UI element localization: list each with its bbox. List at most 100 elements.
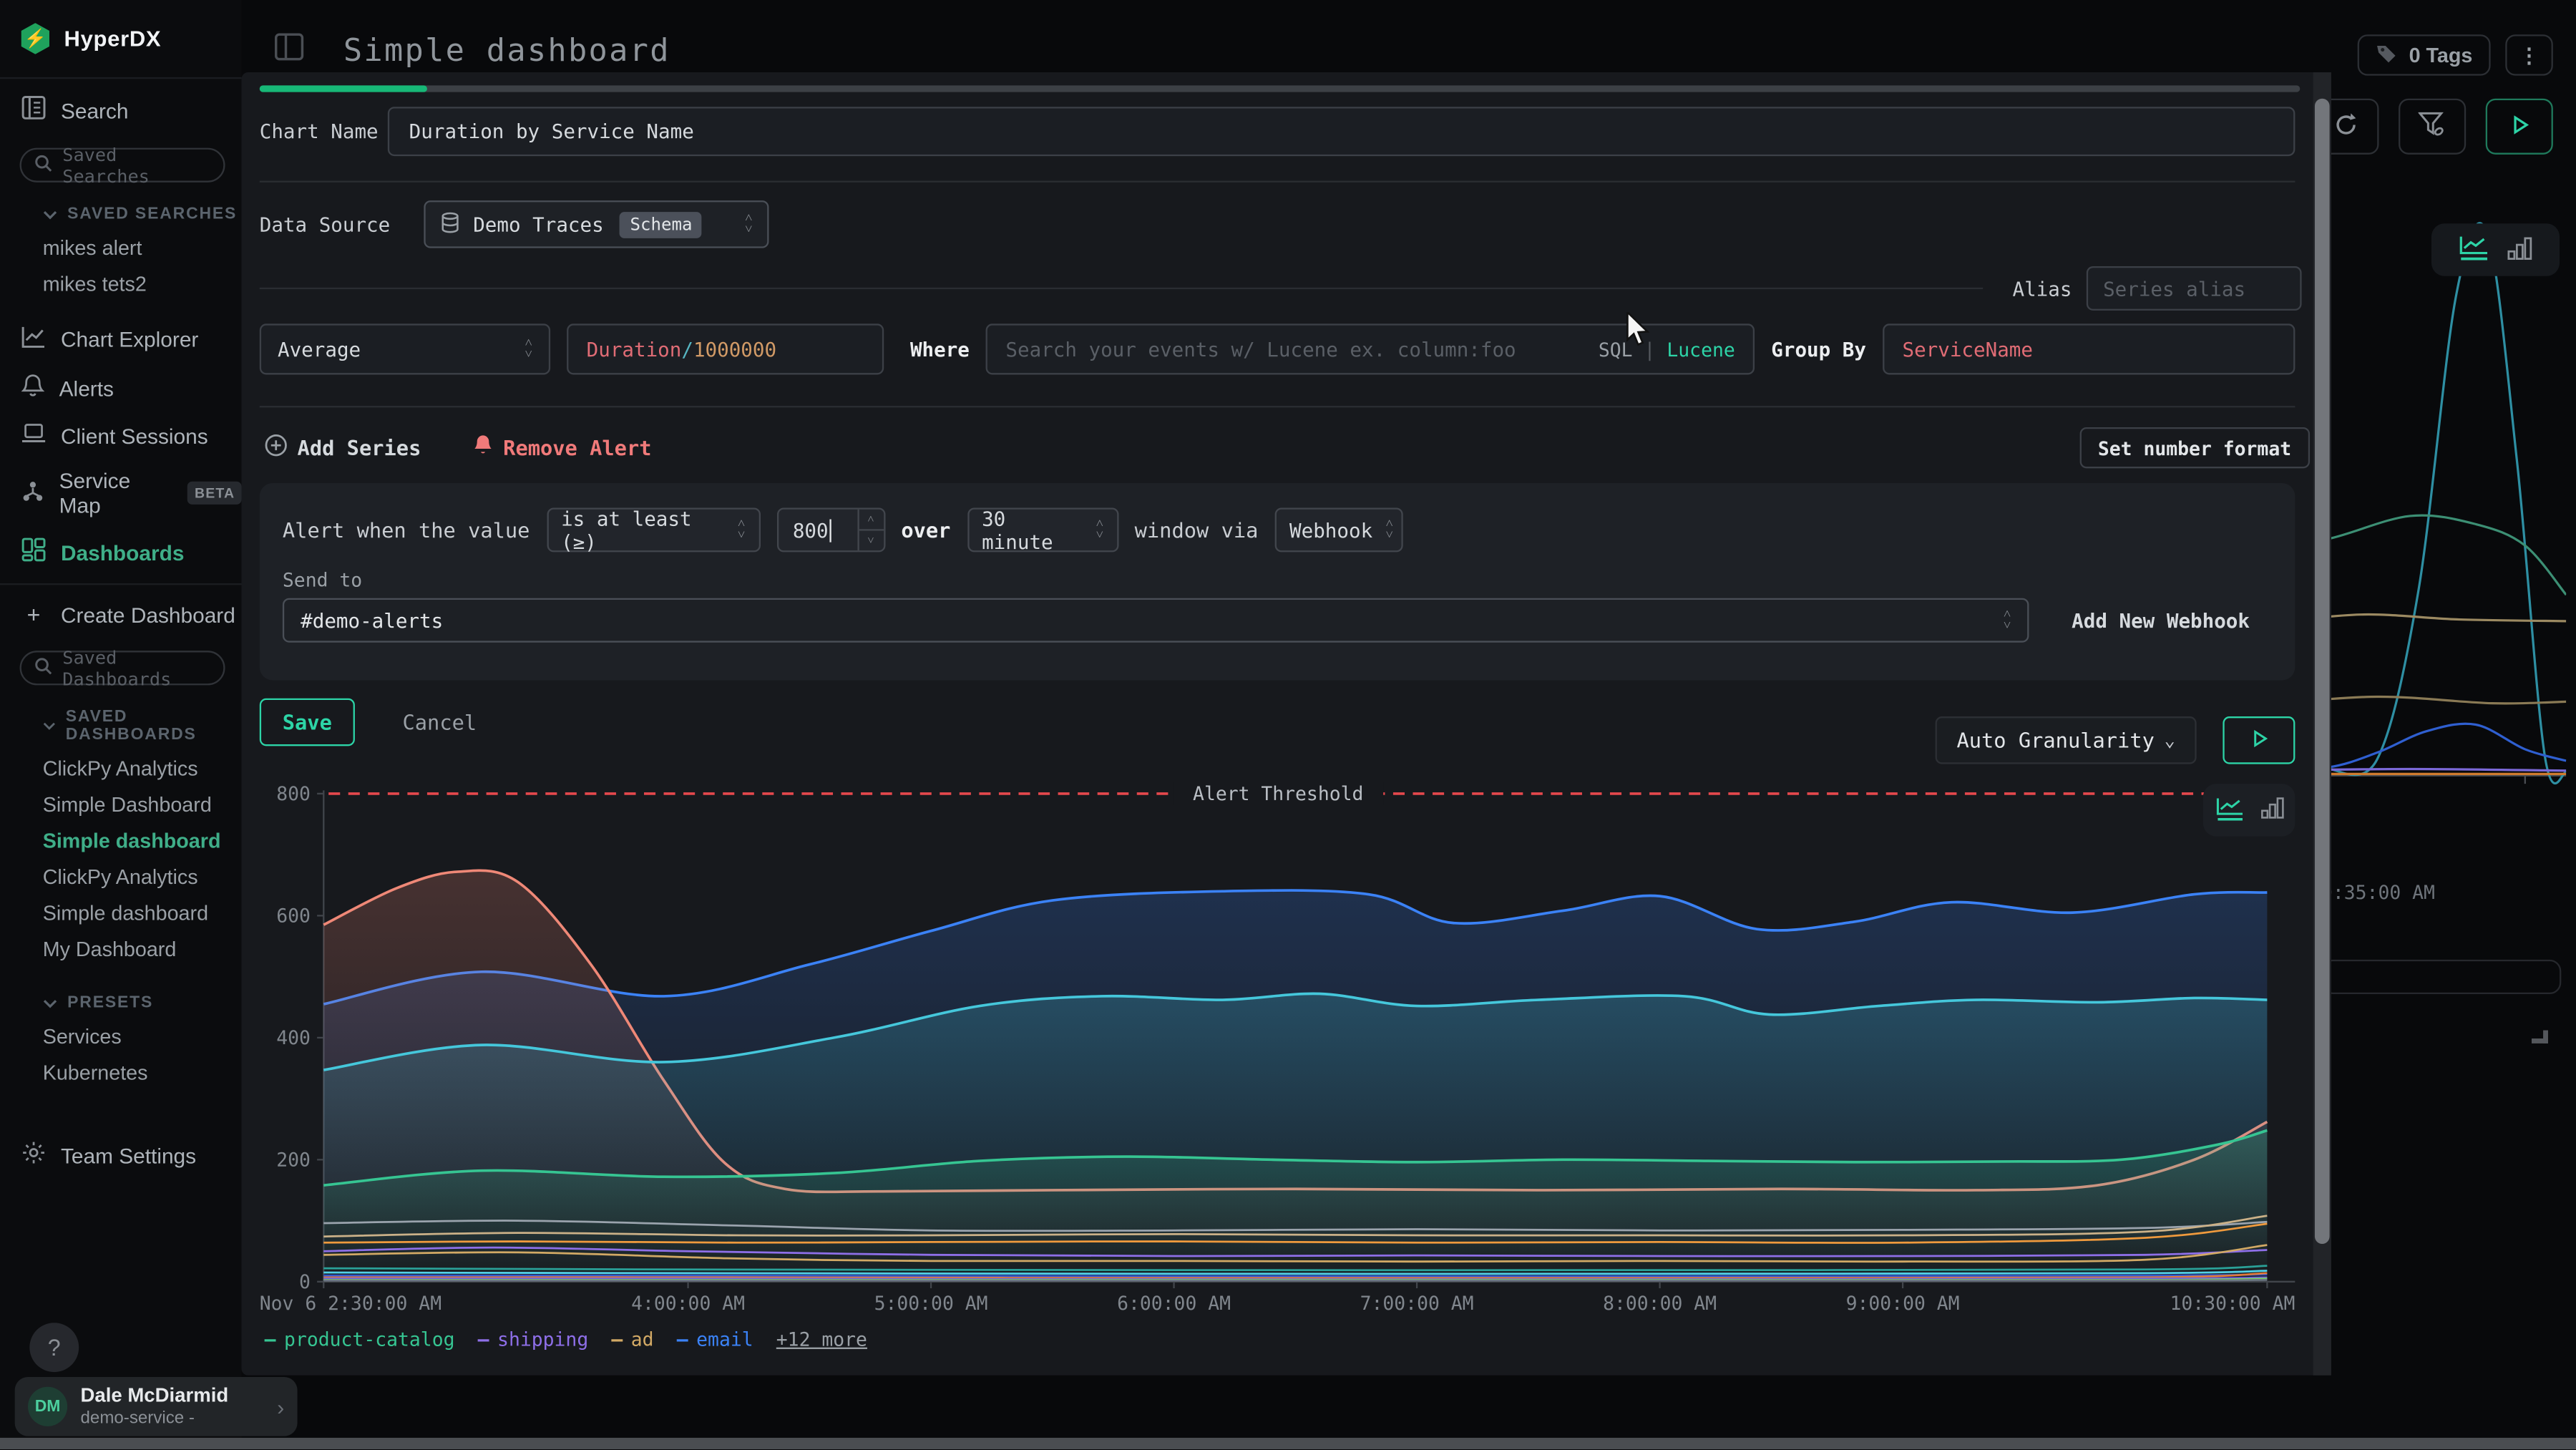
dashboard-item[interactable]: ClickPy Analytics: [0, 751, 242, 787]
saved-dashboards-header[interactable]: SAVED DASHBOARDS: [0, 695, 242, 751]
hyperdx-logo-icon: ⚡: [20, 23, 52, 54]
saved-search-item[interactable]: mikes tets2: [0, 266, 242, 303]
remove-alert-button[interactable]: Remove Alert: [474, 434, 652, 462]
legend-item[interactable]: —email: [677, 1328, 753, 1351]
tile-resize-handle[interactable]: [2532, 1031, 2548, 1043]
select-chevrons-icon: ˄˅: [2004, 610, 2011, 631]
preset-item-services[interactable]: Services: [0, 1018, 242, 1055]
group-by-input[interactable]: ServiceName: [1883, 323, 2295, 374]
tag-icon: [2376, 42, 2398, 69]
progress-fill: [260, 85, 427, 92]
sidebar-item-team-settings[interactable]: Team Settings: [0, 1131, 242, 1180]
logo[interactable]: ⚡ HyperDX: [0, 0, 242, 71]
preview-run-button[interactable]: [2223, 716, 2295, 764]
presets-header[interactable]: PRESETS: [0, 968, 242, 1018]
cancel-button[interactable]: Cancel: [383, 699, 497, 746]
modal-scrollbar-thumb[interactable]: [2315, 99, 2330, 1244]
sidebar-item-chart-explorer[interactable]: Chart Explorer: [0, 316, 242, 364]
x-tick-label: 8:00:00 AM: [1603, 1292, 1717, 1315]
user-profile[interactable]: DM Dale McDiarmid demo-service - ›: [15, 1377, 298, 1436]
sidebar-item-alerts[interactable]: Alerts: [0, 363, 242, 412]
dashboard-item[interactable]: My Dashboard: [0, 932, 242, 968]
series-alias-input[interactable]: Series alias: [2087, 266, 2302, 311]
saved-searches-header[interactable]: SAVED SEARCHES: [0, 193, 242, 230]
sidebar: ⚡ HyperDX Search Saved Searches SAVED SE…: [0, 0, 242, 1449]
bar-chart-icon[interactable]: [2260, 795, 2284, 824]
help-button[interactable]: ?: [29, 1323, 79, 1372]
dashboard-item[interactable]: ClickPy Analytics: [0, 860, 242, 896]
saved-search-item[interactable]: mikes alert: [0, 230, 242, 266]
logo-text: HyperDX: [64, 26, 162, 51]
query-language-toggle[interactable]: SQL | Lucene: [1599, 338, 1735, 361]
chart-type-toggle[interactable]: [2203, 784, 2296, 836]
data-source-select[interactable]: Demo Traces Schema ˄˅: [424, 200, 769, 248]
dashboard-item[interactable]: Simple dashboard: [0, 895, 242, 932]
add-series-button[interactable]: Add Series: [265, 434, 421, 462]
alert-condition-select[interactable]: is at least (≥) ˄˅: [546, 507, 759, 552]
divider: [0, 583, 242, 585]
mouse-cursor: [1623, 312, 1652, 353]
laptop-icon: [21, 422, 46, 449]
plus-icon: +: [21, 601, 46, 628]
save-button[interactable]: Save: [260, 699, 355, 746]
sidebar-item-service-map[interactable]: Service Map BETA: [0, 459, 242, 527]
chart-name-input[interactable]: Duration by Service Name: [388, 107, 2296, 156]
chart-name-label: Chart Name: [260, 120, 388, 143]
chart-legend: —product-catalog —shipping —ad —email +12 mo…: [265, 1328, 867, 1351]
alert-threshold-input[interactable]: 800 ˄˅: [776, 507, 885, 552]
filter-icon: [2419, 111, 2446, 142]
more-menu-button[interactable]: ⋮: [2505, 34, 2553, 75]
background-tile-chart-type-toggle[interactable]: [2431, 223, 2560, 276]
sidebar-item-search[interactable]: Search: [0, 85, 242, 135]
tags-button[interactable]: 0 Tags: [2358, 34, 2490, 75]
x-axis-labels: Nov 6 2:30:00 AM4:00:00 AM5:00:00 AM6:00…: [260, 1292, 2296, 1315]
sidebar-item-client-sessions[interactable]: Client Sessions: [0, 412, 242, 458]
x-tick-label: 6:00:00 AM: [1117, 1292, 1231, 1315]
dashboard-item[interactable]: Simple Dashboard: [0, 787, 242, 824]
line-chart-icon[interactable]: [2214, 794, 2245, 826]
webhook-select[interactable]: #demo-alerts ˄˅: [283, 598, 2029, 643]
dashboard-item-active[interactable]: Simple dashboard: [0, 823, 242, 860]
gear-icon: [21, 1140, 46, 1169]
legend-more-link[interactable]: +12 more: [776, 1328, 867, 1351]
create-dashboard-button[interactable]: + Create Dashboard: [0, 592, 242, 638]
alert-preview-chart: 0200400600800Alert Threshold: [260, 782, 2296, 1292]
filter-button[interactable]: [2399, 99, 2466, 155]
send-to-label: Send to: [260, 552, 2296, 598]
chevron-down-icon: [43, 998, 58, 1008]
where-label: Where: [910, 338, 970, 361]
alert-channel-select[interactable]: Webhook ˄˅: [1274, 507, 1402, 552]
legend-item[interactable]: —ad: [611, 1328, 653, 1351]
select-chevrons-icon: ˄˅: [525, 339, 532, 359]
bell-icon: [21, 373, 44, 402]
sidebar-item-label: Dashboards: [61, 540, 185, 564]
line-chart-icon[interactable]: [2458, 233, 2491, 266]
bar-chart-icon[interactable]: [2507, 234, 2534, 266]
number-spinner[interactable]: ˄˅: [857, 510, 883, 550]
aggregation-select[interactable]: Average ˄˅: [260, 323, 550, 374]
tags-label: 0 Tags: [2409, 44, 2473, 67]
legend-item[interactable]: —product-catalog: [265, 1328, 455, 1351]
run-query-button[interactable]: [2486, 99, 2553, 155]
alert-prefix-label: Alert when the value: [283, 517, 530, 542]
search-doc-icon: [21, 95, 46, 125]
legend-item[interactable]: —shipping: [478, 1328, 589, 1351]
granularity-select[interactable]: Auto Granularity ⌄: [1936, 716, 2197, 764]
legend-swatch: —: [478, 1328, 489, 1351]
add-new-webhook-button[interactable]: Add New Webhook: [2072, 609, 2250, 632]
sidebar-item-dashboards[interactable]: Dashboards: [0, 527, 242, 577]
legend-swatch: —: [611, 1328, 623, 1351]
sidebar-item-label: Team Settings: [61, 1143, 196, 1167]
formula-input[interactable]: Duration/1000000: [567, 323, 884, 374]
play-icon: [2250, 729, 2268, 751]
saved-searches-input[interactable]: Saved Searches: [20, 148, 225, 183]
alert-threshold-label: Alert Threshold: [1193, 783, 1363, 805]
svg-text:0: 0: [299, 1271, 311, 1292]
over-label: over: [901, 517, 950, 542]
saved-dashboards-input[interactable]: Saved Dashboards: [20, 651, 225, 685]
bottom-bar: [0, 1438, 2576, 1449]
set-number-format-button[interactable]: Set number format: [2080, 427, 2310, 468]
alert-window-select[interactable]: 30 minute ˄˅: [967, 507, 1118, 552]
preset-item-kubernetes[interactable]: Kubernetes: [0, 1055, 242, 1091]
sidebar-toggle-icon[interactable]: [274, 33, 303, 66]
